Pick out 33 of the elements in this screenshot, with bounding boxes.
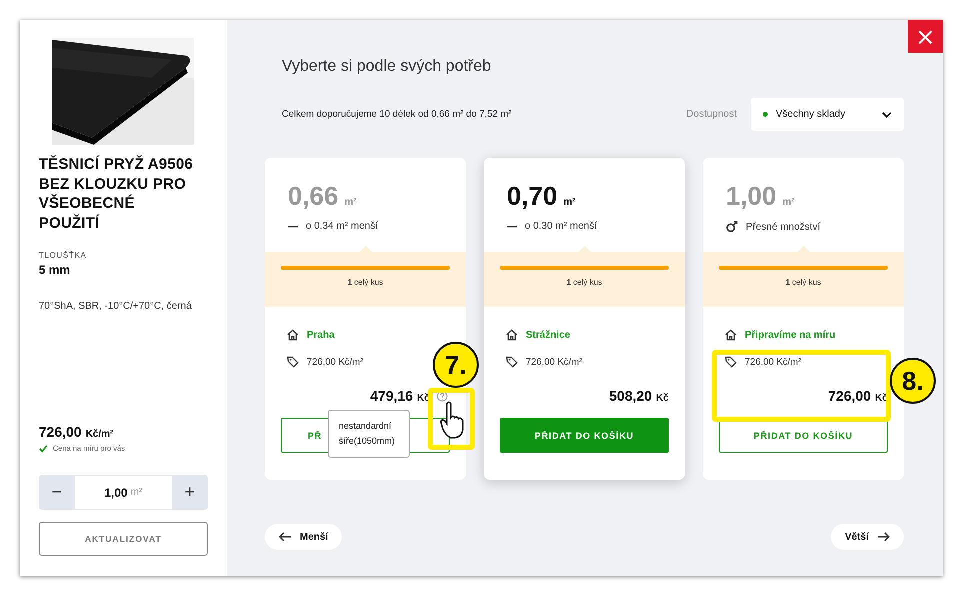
summary-text: Celkem doporučujeme 10 délek od 0,66 m² do 7,52 m² [282, 109, 513, 120]
pieces-text: 1 celý kus [784, 278, 822, 287]
tooltip: nestandardní šíře(1050mm) [328, 410, 410, 458]
total-price: 479,16 [370, 388, 414, 404]
pieces-text: 1 celý kus [566, 278, 604, 287]
area-unit: m² [344, 197, 357, 208]
pieces-text: 1 celý kus [346, 278, 384, 287]
area-value: 0,70 [507, 181, 558, 212]
location-name: Připravíme na míru [745, 330, 836, 340]
unit-price: 726,00 Kč/m² [307, 356, 364, 368]
area-unit: m² [782, 197, 795, 208]
area-value: 0,66 [288, 181, 339, 212]
step-badge: 8. [890, 358, 936, 404]
difference-text: o 0.30 m² menší [525, 221, 598, 232]
difference-text: Přesné množství [746, 222, 820, 232]
total-price: 508,20 [609, 388, 652, 404]
location-name: Praha [307, 330, 335, 340]
difference-text: o 0.34 m² menší [306, 221, 378, 232]
area-value: 1,00 [726, 181, 777, 212]
price-unit: Kč/m² [86, 429, 114, 440]
availability-label: Dostupnost [686, 109, 737, 120]
area-unit: m² [564, 197, 576, 208]
parameter-label: TLOUŠŤKA [39, 251, 88, 260]
location-name: Strážnice [526, 330, 570, 340]
currency: Kč [656, 393, 669, 404]
total-price: 726,00 [828, 388, 872, 404]
parameter-value: 5 mm [39, 263, 72, 277]
price: 726,00 [39, 424, 82, 440]
unit-price: 726,00 Kč/m² [745, 356, 802, 368]
product-description: 70°ShA, SBR, -10°C/+70°C, černá [39, 301, 193, 312]
unit-price: 726,00 Kč/m² [526, 356, 582, 368]
product-title: TĚSNICÍ PRYŽ A9506 BEZ KLOUZKU PRO VŠEOBECNÉ POUŽITÍ [39, 155, 194, 233]
heading: Vyberte si podle svých potřeb [282, 58, 492, 76]
